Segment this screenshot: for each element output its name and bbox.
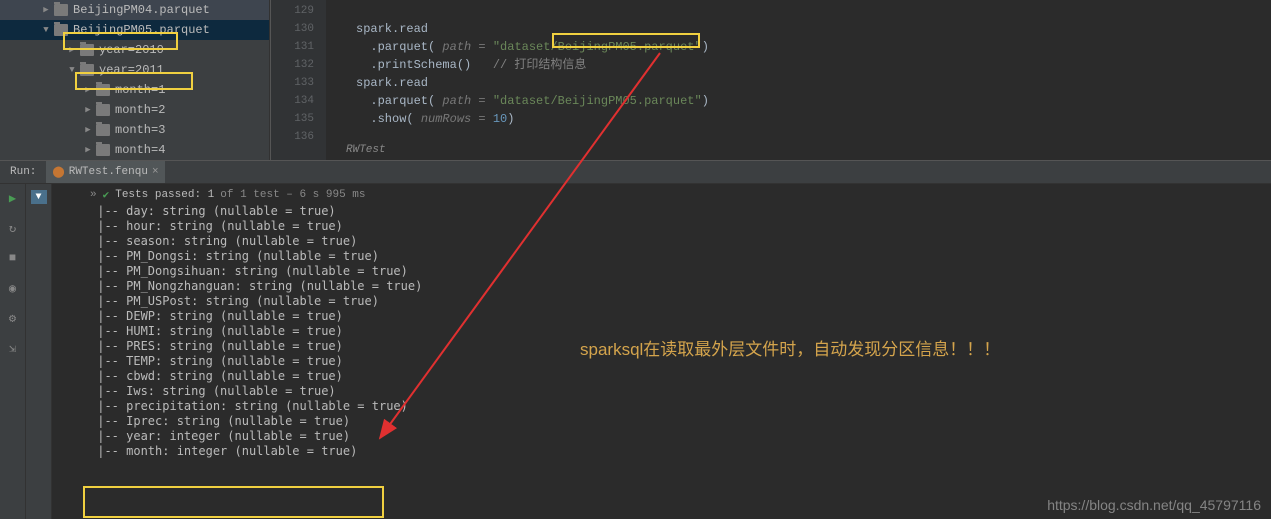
chevron-icon[interactable]: ▶ <box>66 44 78 56</box>
tree-item[interactable]: ▶ month=2 <box>0 100 269 120</box>
chevron-icon[interactable]: ▶ <box>82 144 94 156</box>
tree-item[interactable]: ▶ year=2010 <box>0 40 269 60</box>
folder-icon <box>96 104 110 116</box>
run-toolbar-left: ▶ ↻ ■ ◉ ⚙ ⇲ <box>0 184 26 519</box>
tree-item[interactable]: ▶ month=1 <box>0 80 269 100</box>
camera-icon[interactable]: ◉ <box>5 280 21 296</box>
chevron-icon[interactable]: ▼ <box>66 64 78 76</box>
tree-item[interactable]: ▼ BeijingPM05.parquet <box>0 20 269 40</box>
chevron-icon[interactable]: ▶ <box>82 104 94 116</box>
rerun-icon[interactable]: ↻ <box>5 220 21 236</box>
folder-icon <box>80 44 94 56</box>
tests-passed-detail: of 1 test – 6 s 995 ms <box>220 189 365 201</box>
chevron-icon[interactable]: ▶ <box>40 4 52 16</box>
run-tab-icon: ⬤ <box>52 165 64 179</box>
run-icon[interactable]: ▶ <box>5 190 21 206</box>
chevron-icon[interactable]: ▶ <box>82 124 94 136</box>
chevron-icon[interactable]: ▶ <box>82 84 94 96</box>
console-output[interactable]: |-- day: string (nullable = true) |-- ho… <box>90 204 1271 459</box>
folder-icon <box>54 4 68 16</box>
tree-item[interactable]: ▶ month=3 <box>0 120 269 140</box>
pin-icon[interactable]: ⇲ <box>5 340 21 356</box>
tree-item-label: BeijingPM05.parquet <box>73 23 210 37</box>
tree-item[interactable]: ▼ year=2011 <box>0 60 269 80</box>
run-tool-header: Run: ⬤ RWTest.fenqu × <box>0 160 1271 184</box>
tree-item[interactable]: ▶ BeijingPM04.parquet <box>0 0 269 20</box>
expand-icon[interactable]: ▼ <box>31 190 47 204</box>
tree-item-label: BeijingPM04.parquet <box>73 3 210 17</box>
tree-item-label: month=4 <box>115 143 165 157</box>
run-toolbar-inner: ▼ <box>26 184 52 519</box>
tree-item-label: month=1 <box>115 83 165 97</box>
close-icon[interactable]: × <box>152 166 159 178</box>
test-status-bar: » ✔ Tests passed: 1 of 1 test – 6 s 995 … <box>90 184 1271 204</box>
code-area[interactable]: spark.read .parquet( path = "dataset/Bei… <box>326 0 1271 160</box>
check-icon: ✔ <box>103 188 110 202</box>
tree-item-label: month=2 <box>115 103 165 117</box>
tree-item[interactable]: ▶ month=4 <box>0 140 269 160</box>
chevrons-icon[interactable]: » <box>90 189 97 201</box>
folder-icon <box>96 84 110 96</box>
tree-item-label: month=3 <box>115 123 165 137</box>
editor-gutter: 129130131132133134135136 <box>271 0 326 160</box>
watermark: https://blog.csdn.net/qq_45797116 <box>1047 497 1261 513</box>
run-tab[interactable]: ⬤ RWTest.fenqu × <box>46 161 164 183</box>
code-editor[interactable]: 129130131132133134135136 spark.read .par… <box>270 0 1271 160</box>
settings-icon[interactable]: ⚙ <box>5 310 21 326</box>
project-tree[interactable]: ▶ BeijingPM04.parquet ▼ BeijingPM05.parquet… <box>0 0 270 160</box>
breadcrumb[interactable]: RWTest <box>326 140 386 160</box>
folder-icon <box>96 144 110 156</box>
folder-icon <box>54 24 68 36</box>
run-label: Run: <box>0 166 46 178</box>
tree-item-label: year=2010 <box>99 43 164 57</box>
tests-passed-count: Tests passed: 1 <box>115 189 214 201</box>
console-panel[interactable]: » ✔ Tests passed: 1 of 1 test – 6 s 995 … <box>52 184 1271 519</box>
folder-icon <box>80 64 94 76</box>
stop-icon[interactable]: ■ <box>5 250 21 266</box>
chevron-icon[interactable]: ▼ <box>40 24 52 36</box>
run-tab-label: RWTest.fenqu <box>69 166 148 178</box>
folder-icon <box>96 124 110 136</box>
tree-item-label: year=2011 <box>99 63 164 77</box>
